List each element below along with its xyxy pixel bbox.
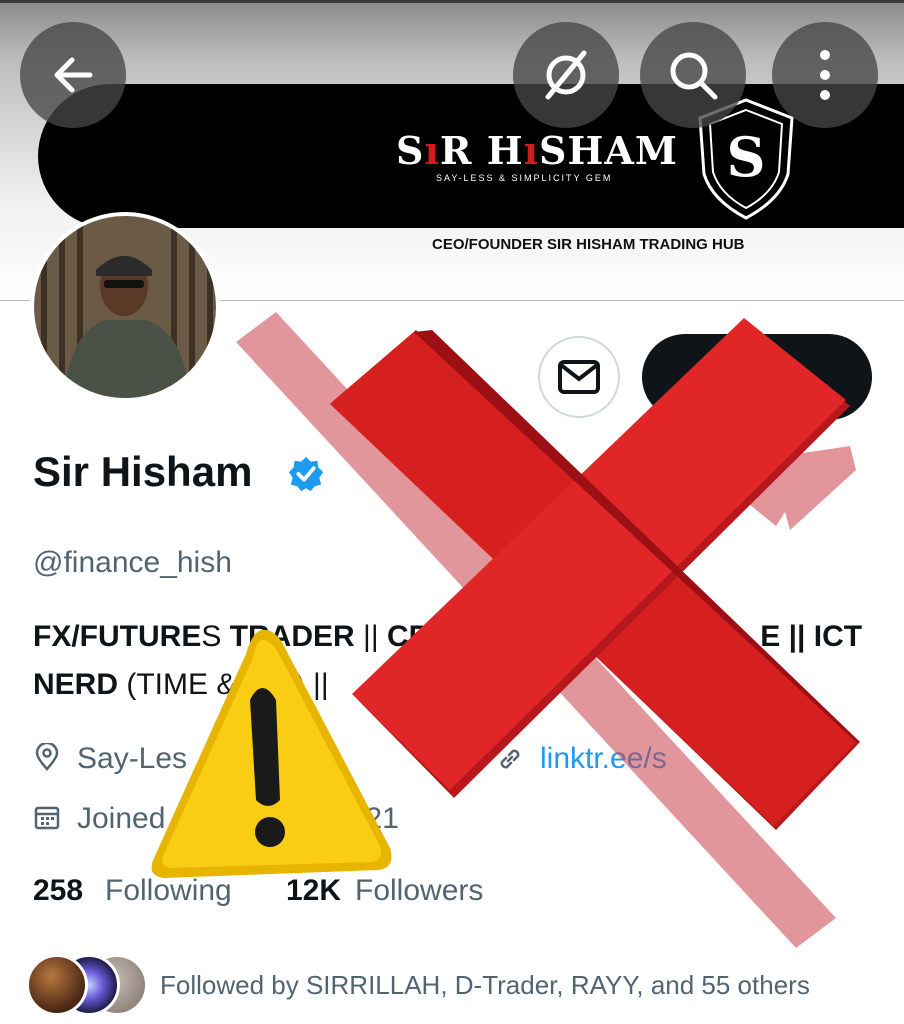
profile-link[interactable]: linktr.ee/s [540,742,667,776]
joined-date: Joined 21 [77,802,399,835]
more-vertical-icon [820,50,830,100]
message-button[interactable] [538,336,620,418]
search-icon [670,52,718,100]
profile-location: Say-Les [77,742,188,775]
follower-avatar[interactable] [26,954,88,1016]
follow-button[interactable] [642,334,872,420]
display-name: Sir Hisham [33,448,253,495]
banner-brand-name: SıR HıSHAM [396,128,678,173]
following-label[interactable]: Following [105,874,232,908]
followed-by-text[interactable]: Followed by SIRRILLAH, D-Trader, RAYY, a… [160,970,810,1001]
following-count[interactable]: 258 [33,874,83,908]
envelope-icon [558,360,600,394]
calendar-icon [34,806,60,830]
search-button[interactable] [640,22,746,128]
back-button[interactable] [20,22,126,128]
bio-line-2: NERD (TIME & ICE) || Th [33,668,542,701]
avatar-image [34,216,216,398]
banner-ceo-line: CEO/FOUNDER SIR HISHAM TRADING HUB [432,236,745,253]
no-sync-button[interactable] [513,22,619,128]
top-border [0,0,904,3]
profile-handle: @finance_hish [33,546,232,579]
followers-count[interactable]: 12K [286,874,341,908]
banner-tagline: SAY-LESS & SIMPLICITY GEM [436,173,613,183]
verified-badge-icon[interactable] [287,455,325,493]
avatar[interactable] [30,212,220,402]
location-pin-icon [35,743,59,771]
bio-line-1: FX/FUTURES TRADER || CR E || ICT [33,620,863,653]
arrow-left-icon [54,57,93,93]
followers-label[interactable]: Followers [355,874,483,908]
link-icon [500,749,520,769]
no-sync-icon [545,50,587,100]
more-options-button[interactable] [772,22,878,128]
svg-text:S: S [727,125,766,189]
